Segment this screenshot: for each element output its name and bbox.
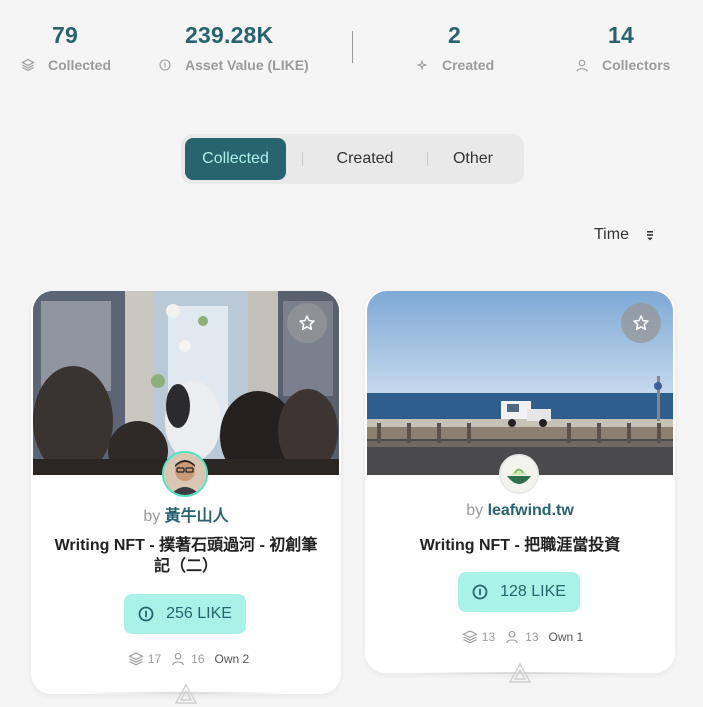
author-line: by 黃牛山人 (31, 502, 341, 526)
by-text: by (466, 502, 484, 519)
collect-price-button[interactable]: 128 LIKE (458, 572, 580, 612)
price-label: 128 LIKE (500, 583, 566, 600)
card-stats: 13 13 Own 1 (365, 630, 675, 644)
person-icon (505, 630, 521, 644)
favorite-button[interactable] (621, 303, 661, 343)
nft-card[interactable]: by leafwind.tw Writing NFT - 把職涯當投資 128 … (365, 291, 675, 683)
author-name[interactable]: leafwind.tw (488, 502, 574, 519)
tab-collected[interactable]: Collected (185, 138, 286, 180)
collection-tabs: Collected Created Other (181, 134, 524, 184)
stats-divider (352, 31, 353, 63)
nft-title[interactable]: Writing NFT - 把職涯當投資 (385, 535, 655, 556)
stat-value: 2 (448, 22, 461, 48)
stat-value: 79 (52, 22, 78, 48)
nft-cover-image[interactable] (367, 291, 673, 475)
sort-label: Time (594, 226, 629, 243)
sort-icon (645, 228, 655, 242)
star-icon (298, 314, 316, 332)
collectors-count: 13 (525, 630, 539, 644)
stat-label: Created (442, 57, 495, 73)
sort-dropdown[interactable]: Time (594, 226, 655, 244)
sparkle-icon (414, 57, 430, 73)
nft-title[interactable]: Writing NFT - 撲著石頭過河 - 初創筆記（二） (51, 535, 321, 577)
person-icon (171, 652, 187, 666)
collected-count: 17 (147, 652, 162, 666)
stat-collectors[interactable]: 14 Collectors (574, 22, 670, 73)
like-coin-icon (138, 606, 154, 622)
star-icon (632, 314, 650, 332)
stat-label: Collectors (602, 57, 671, 73)
own-count: Own 1 (548, 630, 584, 644)
stat-value: 14 (608, 22, 634, 48)
author-line: by leafwind.tw (365, 502, 675, 520)
tab-other[interactable]: Other (428, 138, 518, 180)
author-avatar[interactable] (499, 454, 539, 494)
by-text: by (143, 508, 161, 525)
nft-cover-image[interactable] (33, 291, 339, 475)
nft-card[interactable]: by 黃牛山人 Writing NFT - 撲著石頭過河 - 初創筆記（二） 2… (31, 291, 341, 704)
stat-value: 239.28K (185, 22, 274, 48)
person-icon (574, 57, 590, 73)
layers-icon (128, 652, 144, 666)
stat-label: Asset Value (LIKE) (185, 57, 309, 73)
tab-created[interactable]: Created (303, 138, 427, 180)
own-count: Own 2 (214, 652, 250, 666)
layers-icon (20, 57, 36, 73)
stat-asset-value[interactable]: 239.28K Asset Value (LIKE) (157, 22, 309, 73)
favorite-button[interactable] (287, 303, 327, 343)
like-coin-icon (472, 584, 488, 600)
collectors-count: 16 (191, 652, 205, 666)
author-name[interactable]: 黃牛山人 (165, 508, 229, 525)
layers-icon (462, 630, 478, 644)
profile-stats: 79 Collected 239.28K Asset Value (LIKE) … (0, 0, 703, 90)
stat-label: Collected (48, 57, 112, 73)
stat-created[interactable]: 2 Created (414, 22, 494, 73)
price-label: 256 LIKE (166, 605, 232, 622)
card-stats: 17 16 Own 2 (31, 652, 341, 666)
collected-count: 13 (481, 630, 496, 644)
triangle-logo-icon (508, 662, 532, 684)
stat-collected[interactable]: 79 Collected (20, 22, 111, 73)
author-avatar[interactable] (162, 451, 208, 497)
like-coin-icon (157, 57, 173, 73)
collect-price-button[interactable]: 256 LIKE (124, 594, 246, 634)
triangle-logo-icon (174, 683, 198, 705)
